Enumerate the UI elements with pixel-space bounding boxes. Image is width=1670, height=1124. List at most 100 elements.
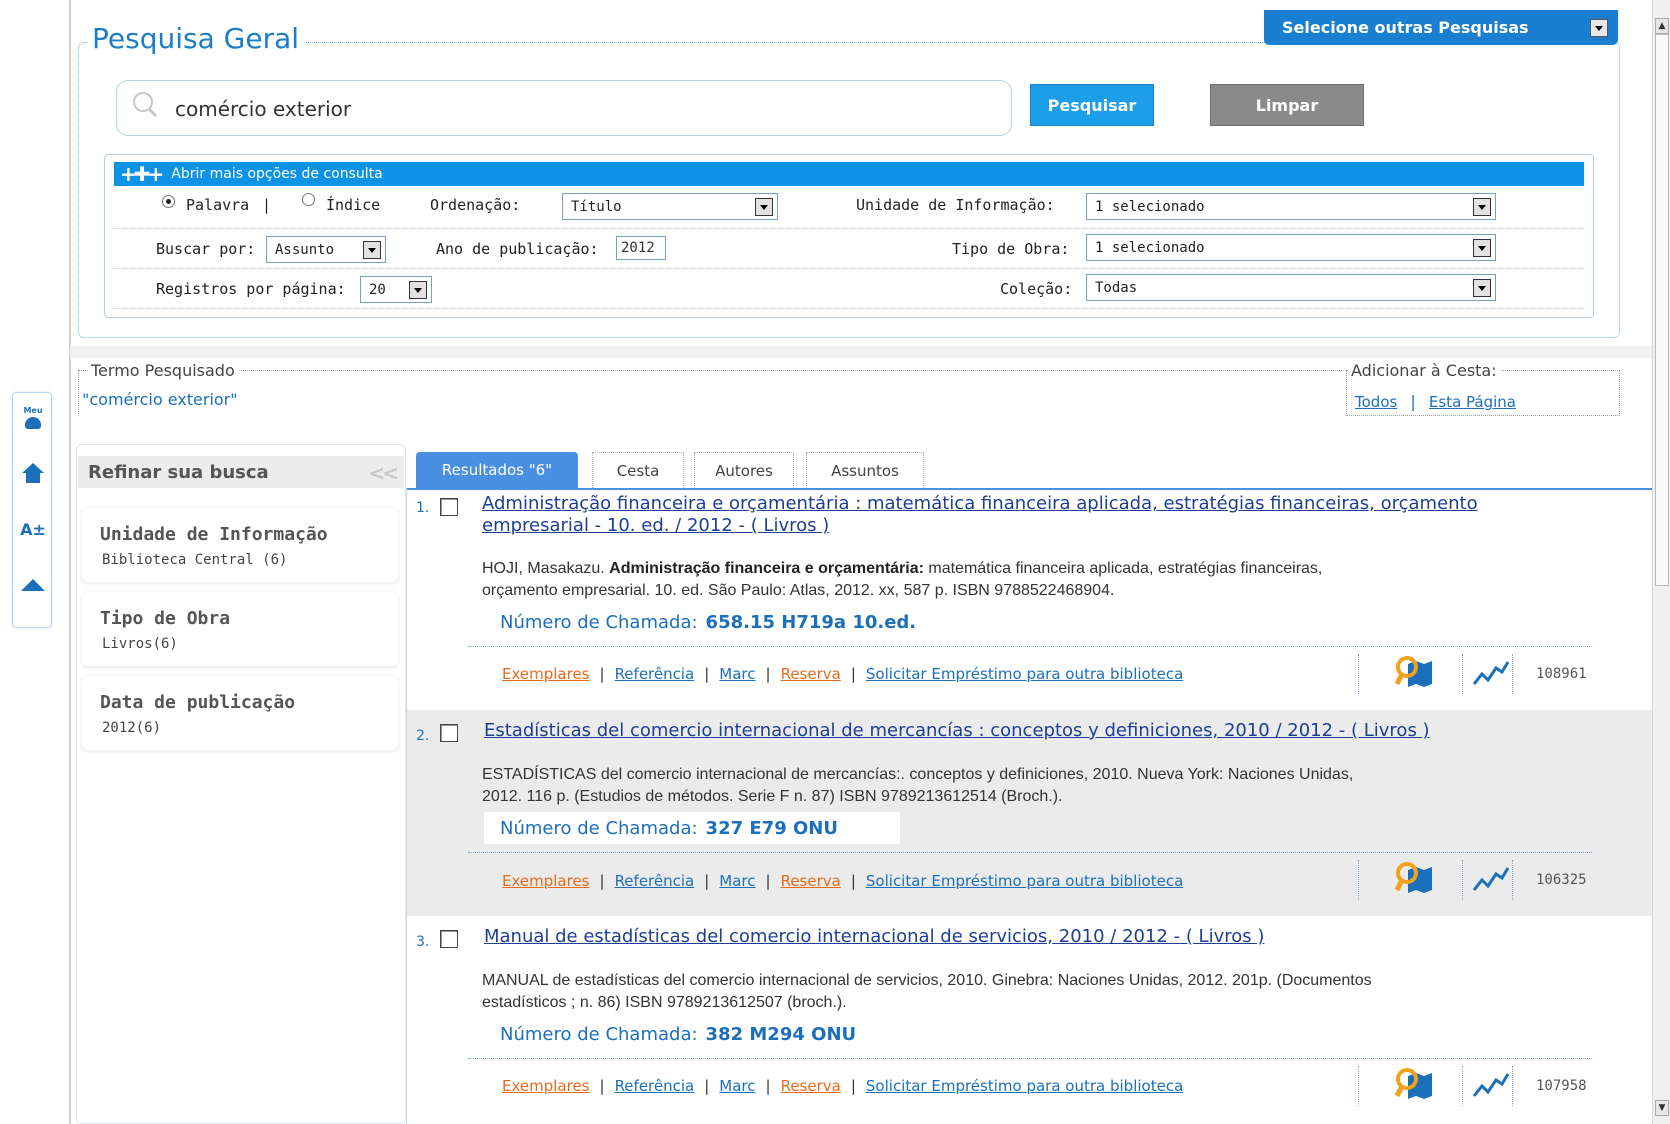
statistics-chart-icon[interactable] bbox=[1468, 1068, 1512, 1104]
result-description-line: estadísticos ; n. 86) ISBN 9789213612507… bbox=[482, 994, 847, 1011]
vertical-scrollbar[interactable]: ▲ ▼ bbox=[1652, 0, 1670, 1124]
basket-separator: | bbox=[1410, 392, 1416, 411]
reserva-link[interactable]: Reserva bbox=[781, 665, 841, 683]
solicitar-emprestimo-link[interactable]: Solicitar Empréstimo para outra bibliote… bbox=[866, 665, 1183, 683]
map-location-icon[interactable] bbox=[1394, 1066, 1438, 1102]
result-title-line: Manual de estadísticas del comercio inte… bbox=[484, 926, 1265, 947]
result-title-link[interactable]: Administração financeira e orçamentária … bbox=[482, 493, 1612, 537]
type-select[interactable]: 1 selecionado bbox=[1086, 234, 1496, 261]
facet-value[interactable]: 2012(6) bbox=[102, 720, 161, 736]
add-page-link[interactable]: Esta Página bbox=[1429, 393, 1516, 411]
per-page-select[interactable]: 20 bbox=[360, 276, 432, 303]
reserva-link[interactable]: Reserva bbox=[781, 1077, 841, 1095]
result-title-line: Estadísticas del comercio internacional … bbox=[484, 720, 1430, 741]
call-number-box: Número de Chamada: 658.15 H719a 10.ed. bbox=[484, 606, 984, 638]
action-separator: | bbox=[850, 665, 856, 683]
font-size-icon: A± bbox=[20, 519, 46, 539]
radio-indice[interactable] bbox=[302, 193, 315, 206]
statistics-chart-icon[interactable] bbox=[1468, 862, 1512, 898]
action-separator: | bbox=[765, 1077, 771, 1095]
vertical-divider bbox=[1358, 1066, 1359, 1106]
marc-link[interactable]: Marc bbox=[719, 1077, 755, 1095]
solicitar-emprestimo-link[interactable]: Solicitar Empréstimo para outra bibliote… bbox=[866, 872, 1183, 890]
result-title-link[interactable]: Estadísticas del comercio internacional … bbox=[484, 720, 1614, 742]
referencia-link[interactable]: Referência bbox=[615, 872, 695, 890]
search-input[interactable]: comércio exterior bbox=[116, 80, 1012, 136]
vertical-divider bbox=[1512, 654, 1513, 694]
call-number-label: Número de Chamada: bbox=[500, 817, 698, 839]
chevron-down-icon bbox=[1590, 19, 1608, 37]
refine-header: Refinar sua busca << bbox=[78, 456, 404, 488]
facet-value[interactable]: Livros(6) bbox=[102, 636, 178, 652]
unit-select[interactable]: 1 selecionado bbox=[1086, 193, 1496, 220]
tab-assuntos[interactable]: Assuntos bbox=[806, 452, 924, 488]
facet-value[interactable]: Biblioteca Central (6) bbox=[102, 552, 287, 568]
search-button[interactable]: Pesquisar bbox=[1030, 84, 1154, 126]
scroll-top-button[interactable] bbox=[13, 565, 53, 605]
facet-unidade[interactable]: Unidade de Informação Biblioteca Central… bbox=[82, 508, 398, 582]
reserva-link[interactable]: Reserva bbox=[781, 872, 841, 890]
chevron-down-icon bbox=[1473, 279, 1491, 297]
refine-title: Refinar sua busca bbox=[88, 461, 269, 483]
font-size-button[interactable]: A± bbox=[13, 509, 53, 549]
searched-term-value: "comércio exterior" bbox=[82, 390, 238, 409]
home-icon bbox=[22, 463, 44, 483]
scroll-up-arrow-icon[interactable]: ▲ bbox=[1655, 18, 1669, 34]
clear-button[interactable]: Limpar bbox=[1210, 84, 1364, 126]
radio-palavra[interactable] bbox=[162, 195, 175, 208]
referencia-link[interactable]: Referência bbox=[615, 665, 695, 683]
exemplares-link[interactable]: Exemplares bbox=[502, 665, 590, 683]
record-id: 106325 bbox=[1536, 872, 1587, 888]
vertical-divider bbox=[1358, 654, 1359, 694]
vertical-divider bbox=[1462, 654, 1463, 694]
collapse-icon[interactable]: << bbox=[368, 461, 398, 485]
page-title: Pesquisa Geral bbox=[88, 22, 306, 55]
chevron-down-icon bbox=[409, 281, 427, 299]
my-account-button[interactable]: Meu bbox=[13, 399, 53, 439]
home-button[interactable] bbox=[13, 453, 53, 493]
solicitar-emprestimo-link[interactable]: Solicitar Empréstimo para outra bibliote… bbox=[866, 1077, 1183, 1095]
section-separator bbox=[70, 346, 1652, 358]
result-title-link[interactable]: Manual de estadísticas del comercio inte… bbox=[484, 926, 1614, 948]
call-number-value: 658.15 H719a 10.ed. bbox=[705, 611, 917, 633]
year-label: Ano de publicação: bbox=[436, 240, 599, 258]
collection-select[interactable]: Todas bbox=[1086, 274, 1496, 301]
select-other-searches-dropdown[interactable]: Selecione outras Pesquisas bbox=[1264, 10, 1618, 45]
chevron-down-icon bbox=[363, 241, 381, 259]
tab-resultados[interactable]: Resultados "6" bbox=[416, 452, 578, 488]
marc-link[interactable]: Marc bbox=[719, 665, 755, 683]
referencia-link[interactable]: Referência bbox=[615, 1077, 695, 1095]
search-by-select[interactable]: Assunto bbox=[266, 236, 386, 263]
result-checkbox[interactable] bbox=[440, 498, 458, 516]
marc-link[interactable]: Marc bbox=[719, 872, 755, 890]
exemplares-link[interactable]: Exemplares bbox=[502, 872, 590, 890]
ordering-label: Ordenação: bbox=[430, 196, 521, 214]
year-input[interactable]: 2012 bbox=[616, 236, 666, 260]
action-separator: | bbox=[704, 665, 710, 683]
facet-tipo-obra[interactable]: Tipo de Obra Livros(6) bbox=[82, 592, 398, 666]
action-separator: | bbox=[850, 1077, 856, 1095]
search-by-value: Assunto bbox=[275, 241, 335, 258]
facet-data-publicacao[interactable]: Data de publicação 2012(6) bbox=[82, 676, 398, 750]
ordering-select[interactable]: Título bbox=[562, 193, 778, 220]
result-number: 2. bbox=[416, 728, 430, 744]
vertical-divider bbox=[1358, 860, 1359, 900]
tab-autores[interactable]: Autores bbox=[694, 452, 794, 488]
collection-label: Coleção: bbox=[1000, 280, 1073, 298]
result-title-line: Administração financeira e orçamentária … bbox=[482, 493, 1478, 514]
scroll-down-arrow-icon[interactable]: ▼ bbox=[1655, 1100, 1669, 1116]
map-location-icon[interactable] bbox=[1394, 654, 1438, 690]
exemplares-link[interactable]: Exemplares bbox=[502, 1077, 590, 1095]
result-checkbox[interactable] bbox=[440, 930, 458, 948]
result-checkbox[interactable] bbox=[440, 724, 458, 742]
tab-cesta[interactable]: Cesta bbox=[592, 452, 684, 488]
map-location-icon[interactable] bbox=[1394, 860, 1438, 896]
action-separator: | bbox=[765, 665, 771, 683]
year-value: 2012 bbox=[621, 240, 655, 256]
add-all-link[interactable]: Todos bbox=[1355, 393, 1397, 411]
result-actions: Exemplares | Referência | Marc | Reserva | Solic… bbox=[502, 665, 1183, 683]
more-options-toggle[interactable]: +✚+ Abrir mais opções de consulta bbox=[114, 162, 1584, 186]
statistics-chart-icon[interactable] bbox=[1468, 656, 1512, 692]
chevron-down-icon bbox=[1473, 239, 1491, 257]
scrollbar-thumb[interactable] bbox=[1655, 34, 1669, 586]
